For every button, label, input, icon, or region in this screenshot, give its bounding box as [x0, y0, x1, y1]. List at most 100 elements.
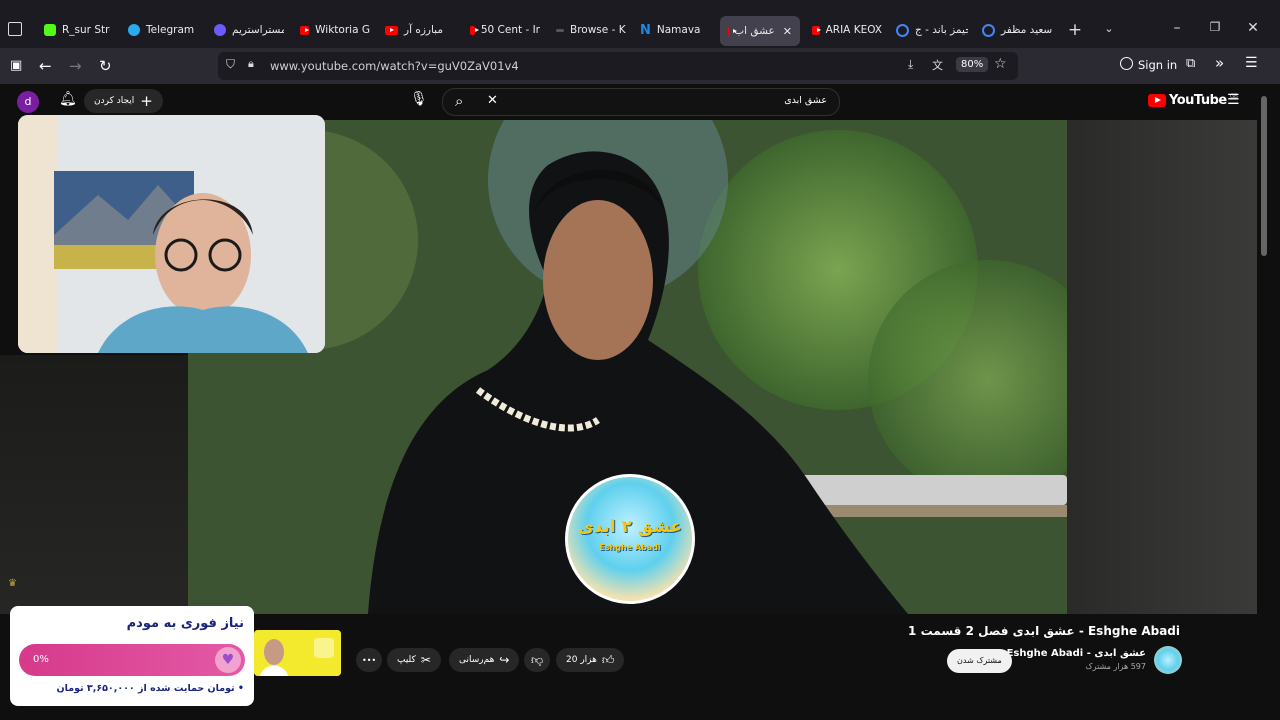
youtube-icon	[812, 25, 821, 35]
tab-r-sur-stream[interactable]: R_sur Strea	[44, 14, 110, 46]
channel-badge-title: عشق ۲ ابدی	[577, 517, 683, 537]
donation-widget: نیاز فوری به مودم 0% ♥ • تومان حمایت شده…	[10, 606, 254, 706]
create-button[interactable]: ایجاد کردن +	[84, 89, 163, 113]
video-title: Eshghe Abadi - عشق ابدی فصل 2 قسمت 1	[908, 624, 1180, 638]
tab-label: مبارزه آر	[404, 24, 443, 36]
clip-button[interactable]: کلیپ ✂	[387, 648, 441, 672]
subscribe-button[interactable]: مشترک شدن	[947, 649, 1012, 673]
restore-icon[interactable]: ❐	[1203, 20, 1227, 34]
donation-percent: 0%	[33, 654, 49, 665]
tab-namava[interactable]: N Namava	[640, 14, 710, 46]
youtube-icon	[470, 25, 479, 35]
url-text[interactable]: www.youtube.com/watch?v=guV0ZaV01v4	[270, 59, 519, 73]
like-count: 20 هزار	[566, 655, 597, 665]
tab-label: جیمز باند - ج	[915, 24, 968, 36]
scrollbar-thumb[interactable]	[1261, 96, 1267, 256]
tab-saeed-mozaffar[interactable]: سعید مظفر	[982, 14, 1054, 46]
more-icon: •••	[362, 655, 377, 665]
tab-label: مستراستریم	[232, 24, 284, 36]
search-icon[interactable]: ⌕	[455, 92, 463, 110]
scissors-icon: ✂	[420, 653, 431, 667]
extensions-icon[interactable]: ⧉	[1186, 56, 1195, 71]
tab-50-cent[interactable]: 50 Cent - Ir	[470, 14, 540, 46]
close-window-icon[interactable]: ✕	[1241, 20, 1265, 36]
tab-label: سعید مظفر	[1001, 24, 1053, 36]
channel-badge-subtitle: Eshghe Abadi	[599, 543, 661, 552]
chevron-down-icon[interactable]: ⌄	[1097, 22, 1121, 35]
like-button[interactable]: 20 هزار 👍︎	[556, 648, 625, 672]
tab-label: Telegram W	[146, 24, 198, 36]
tab-list-icon[interactable]	[8, 22, 22, 36]
tab-mobarezeh[interactable]: مبارزه آر	[385, 14, 455, 46]
webcam-overlay	[18, 115, 325, 353]
thumbs-down-icon: 👎︎	[531, 652, 544, 667]
sidebar-toggle-icon[interactable]: ▣	[10, 56, 22, 76]
overflow-chevron-icon[interactable]: »	[1215, 54, 1224, 72]
tab-label: R_sur Strea	[62, 24, 110, 36]
tab-eshghe-abadi[interactable]: عشق اب ✕	[720, 16, 800, 46]
video-backdrop-left	[0, 355, 188, 614]
channel-avatar[interactable]	[1154, 646, 1182, 674]
channel-name[interactable]: ✓ Eshghe Abadi - عشق ابدی	[994, 648, 1146, 659]
tab-label: 50 Cent - Ir	[480, 24, 540, 36]
tab-strip: R_sur Strea Telegram W مستراستریم Wiktor…	[0, 0, 1280, 48]
account-icon[interactable]	[1120, 57, 1133, 70]
shield-icon[interactable]: ⛉	[226, 57, 235, 72]
share-icon: ↪	[499, 653, 510, 667]
webcam-frame	[18, 115, 325, 353]
tab-aria-keox[interactable]: ARIA KEOX	[812, 14, 882, 46]
youtube-logo-icon	[1148, 94, 1166, 107]
telegram-icon	[128, 24, 140, 36]
youtube-logo-text: YouTube	[1169, 93, 1227, 108]
google-icon	[896, 23, 909, 37]
minimize-icon[interactable]: –	[1165, 20, 1189, 36]
create-label: ایجاد کردن	[94, 96, 135, 106]
play-icon	[214, 24, 226, 36]
youtube-icon	[385, 25, 398, 35]
download-page-icon[interactable]: ⤓	[908, 57, 913, 72]
google-icon	[982, 23, 995, 37]
bookmark-star-icon[interactable]: ☆	[994, 56, 1007, 72]
search-query[interactable]: عشق ابدی	[784, 95, 827, 106]
youtube-logo[interactable]: YouTube GB	[1148, 93, 1238, 108]
tab-label: عشق اب	[734, 25, 775, 37]
streamer-logo-icon: ♛	[8, 578, 17, 589]
url-bar[interactable]: ⛉ 🔒︎ www.youtube.com/watch?v=guV0ZaV01v4…	[218, 52, 1018, 80]
share-label: هم‌رسانی	[459, 655, 495, 665]
tab-master-stream[interactable]: مستراستریم	[214, 14, 284, 46]
close-tab-icon[interactable]: ✕	[783, 25, 792, 38]
tab-label: Wiktoria G	[315, 24, 370, 36]
avatar[interactable]: d	[17, 91, 39, 113]
ad-thumbnail-image	[254, 630, 341, 676]
tab-label: ARIA KEOX	[825, 24, 882, 36]
clip-label: کلیپ	[397, 655, 416, 665]
donation-footer: • تومان حمایت شده از ۳,۶۵۰,۰۰۰ تومان	[56, 683, 244, 694]
voice-search-icon[interactable]: 🎙︎	[410, 91, 428, 107]
back-icon[interactable]: ←	[39, 56, 52, 76]
lock-icon[interactable]: 🔒︎	[248, 57, 254, 71]
more-actions-button[interactable]: •••	[356, 648, 383, 672]
tab-label: Namava	[656, 24, 701, 36]
dislike-button[interactable]: 👎︎	[524, 648, 551, 672]
reload-icon[interactable]: ↻	[99, 56, 112, 76]
translate-icon[interactable]: 文	[932, 57, 943, 73]
tab-wiktoria[interactable]: Wiktoria G	[300, 14, 370, 46]
kick-icon	[556, 28, 564, 32]
notifications-bell-icon[interactable]: 🔔︎	[59, 91, 77, 107]
kick-icon	[44, 24, 56, 36]
new-tab-icon[interactable]: +	[1063, 20, 1087, 40]
tab-james-bond[interactable]: جیمز باند - ج	[896, 14, 968, 46]
ad-thumbnail[interactable]	[254, 630, 341, 676]
tab-browse-kick[interactable]: Browse - Ki	[556, 14, 626, 46]
thumbs-up-icon: 👍︎	[601, 652, 615, 667]
channel-logo-overlay: عشق ۲ ابدی Eshghe Abadi	[565, 474, 695, 604]
sign-in-button[interactable]: Sign in	[1138, 58, 1177, 72]
app-menu-icon[interactable]: ☰	[1245, 55, 1258, 71]
search-input[interactable]: ⌕ ✕ عشق ابدی	[442, 88, 840, 116]
tab-telegram[interactable]: Telegram W	[128, 14, 198, 46]
guide-menu-icon[interactable]: ☰	[1227, 92, 1240, 108]
forward-icon[interactable]: →	[69, 56, 82, 76]
clear-search-icon[interactable]: ✕	[487, 93, 498, 108]
zoom-level[interactable]: 80%	[956, 57, 989, 72]
share-button[interactable]: هم‌رسانی ↪	[449, 648, 520, 672]
